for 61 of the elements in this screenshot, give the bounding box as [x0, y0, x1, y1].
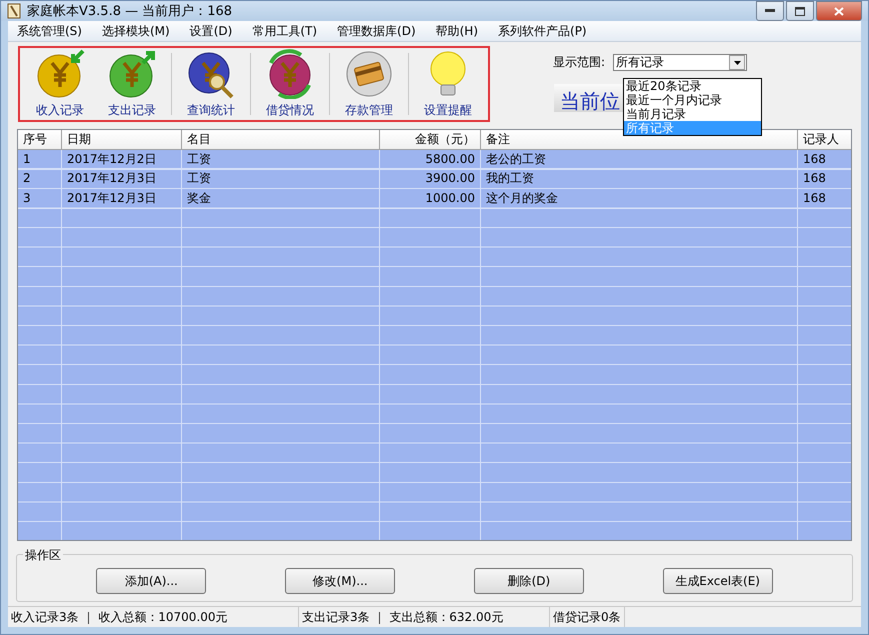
menu-item[interactable]: 设置(D) — [182, 22, 240, 40]
table-cell: 2017年12月2日 — [62, 150, 182, 170]
maximize-icon — [795, 6, 805, 16]
range-dropdown[interactable]: 所有记录 — [613, 54, 748, 71]
menu-item[interactable]: 选择模块(M) — [94, 22, 177, 40]
close-icon — [834, 6, 844, 16]
coin-icon — [35, 49, 85, 99]
table-cell: 168 — [798, 188, 851, 209]
toolbar-button[interactable]: 收入记录 — [24, 49, 96, 119]
table-cell: 3900.00 — [380, 169, 481, 190]
toolbar-button[interactable]: 设置提醒 — [412, 49, 484, 119]
menu-item[interactable]: 常用工具(T) — [245, 22, 324, 40]
action-button[interactable]: 添加(A)... — [96, 568, 206, 594]
column-header[interactable]: 金额（元） — [380, 130, 481, 150]
table-cell: 奖金 — [182, 188, 380, 209]
coin-icon — [107, 49, 157, 99]
close-button[interactable] — [816, 1, 862, 21]
column-header[interactable]: 日期 — [62, 130, 182, 150]
column-header[interactable]: 序号 — [18, 130, 62, 150]
dropdown-option[interactable]: 当前月记录 — [624, 107, 761, 121]
minimize-icon — [765, 9, 775, 13]
menu-item[interactable]: 系列软件产品(P) — [491, 22, 594, 40]
column-header[interactable]: 记录人 — [798, 130, 851, 150]
range-label: 显示范围: — [553, 54, 606, 71]
dropdown-arrow-icon — [734, 60, 741, 64]
dropdown-option[interactable]: 最近一个月内记录 — [624, 93, 761, 107]
toolbar-button[interactable]: 借贷情况 — [254, 49, 326, 119]
table-cell: 工资 — [182, 150, 380, 170]
table-cell: 老公的工资 — [481, 150, 798, 170]
window-title: 家庭帐本V3.5.8 — 当前用户：168 — [27, 3, 232, 20]
action-button[interactable]: 删除(D) — [474, 568, 584, 594]
table-cell: 2017年12月3日 — [62, 188, 182, 209]
menu-item[interactable]: 帮助(H) — [428, 22, 486, 40]
table-cell: 我的工资 — [481, 169, 798, 190]
card-icon — [344, 49, 394, 99]
group-title: 操作区 — [23, 547, 63, 564]
dropdown-option[interactable]: 最近20条记录 — [624, 79, 761, 93]
column-header[interactable]: 名目 — [182, 130, 380, 150]
table-cell: 这个月的奖金 — [481, 188, 798, 209]
table-cell: 168 — [798, 150, 851, 170]
table-cell: 1000.00 — [380, 188, 481, 209]
table-cell: 2 — [18, 169, 62, 190]
table-cell: 168 — [798, 169, 851, 190]
minimize-button[interactable] — [756, 1, 784, 21]
toolbar-button[interactable]: 存款管理 — [333, 49, 405, 119]
table-cell: 1 — [18, 150, 62, 170]
table-cell: 工资 — [182, 169, 380, 190]
toolbar-button[interactable]: 支出记录 — [96, 49, 168, 119]
maximize-button[interactable] — [786, 1, 814, 21]
menu-item[interactable]: 管理数据库(D) — [330, 22, 423, 40]
table-cell: 5800.00 — [380, 150, 481, 170]
status-text: 借贷记录0条 — [550, 607, 625, 627]
notebook-icon — [7, 3, 21, 19]
menu-item[interactable]: 系统管理(S) — [10, 22, 89, 40]
table-cell: 3 — [18, 188, 62, 209]
toolbar-button[interactable]: 查询统计 — [175, 49, 247, 119]
table-cell: 2017年12月3日 — [62, 169, 182, 190]
action-button[interactable]: 修改(M)... — [285, 568, 396, 594]
status-text: 支出记录3条 ｜ 支出总额：632.00元 — [299, 607, 550, 627]
action-button[interactable]: 生成Excel表(E) — [662, 568, 773, 594]
status-text: 收入记录3条 ｜ 收入总额：10700.00元 — [8, 607, 299, 627]
